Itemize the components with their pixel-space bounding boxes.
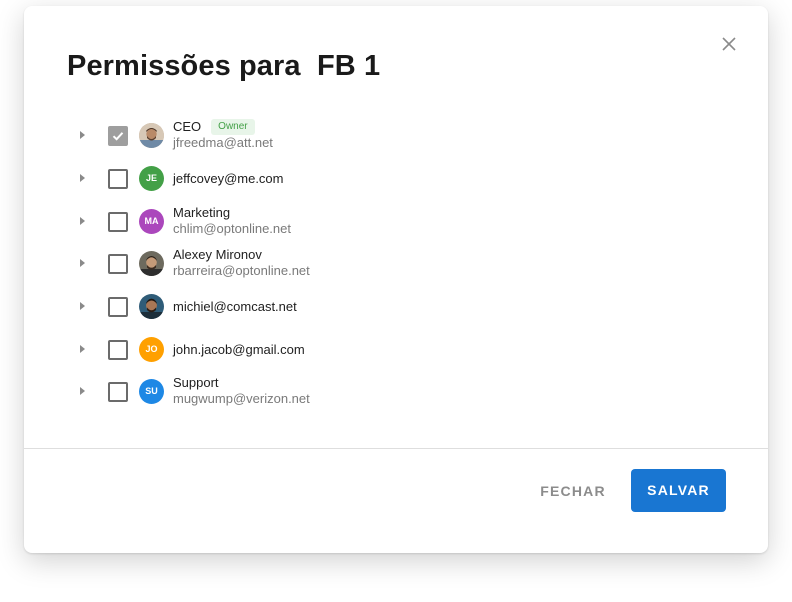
close-icon[interactable] <box>721 36 737 52</box>
list-item: michiel@comcast.net <box>24 287 768 327</box>
footer-divider <box>24 448 768 449</box>
avatar-initials: SU <box>139 379 164 404</box>
user-checkbox[interactable] <box>108 340 128 360</box>
user-checkbox[interactable] <box>108 212 128 232</box>
avatar-initials: MA <box>139 209 164 234</box>
expand-caret-icon[interactable] <box>80 387 85 395</box>
list-item: CEO Owner jfreedma@att.net <box>24 116 768 156</box>
user-checkbox[interactable] <box>108 169 128 189</box>
user-email: mugwump@verizon.net <box>173 391 310 406</box>
avatar-photo <box>139 294 164 319</box>
user-name: Alexey Mironov <box>173 247 262 262</box>
expand-caret-icon[interactable] <box>80 174 85 182</box>
user-info: CEO Owner jfreedma@att.net <box>173 118 273 150</box>
avatar-initials: JO <box>139 337 164 362</box>
save-button[interactable]: SALVAR <box>631 469 726 512</box>
expand-caret-icon[interactable] <box>80 259 85 267</box>
expand-caret-icon[interactable] <box>80 217 85 225</box>
user-email: jfreedma@att.net <box>173 135 273 150</box>
user-info: Marketing chlim@optonline.net <box>173 204 291 236</box>
user-email: john.jacob@gmail.com <box>173 342 305 357</box>
list-item: JO john.jacob@gmail.com <box>24 330 768 370</box>
list-item: Alexey Mironov rbarreira@optonline.net <box>24 244 768 284</box>
list-item: SU Support mugwump@verizon.net <box>24 372 768 412</box>
expand-caret-icon[interactable] <box>80 131 85 139</box>
user-name: Support <box>173 375 219 390</box>
expand-caret-icon[interactable] <box>80 345 85 353</box>
user-email: rbarreira@optonline.net <box>173 263 310 278</box>
user-name: Marketing <box>173 205 231 220</box>
user-checkbox[interactable] <box>108 382 128 402</box>
user-email: chlim@optonline.net <box>173 221 291 236</box>
avatar-photo <box>139 251 164 276</box>
user-info: Alexey Mironov rbarreira@optonline.net <box>173 246 310 278</box>
avatar-initials: JE <box>139 166 164 191</box>
list-item: JE jeffcovey@me.com <box>24 159 768 199</box>
list-item: MA Marketing chlim@optonline.net <box>24 202 768 242</box>
user-checkbox[interactable] <box>108 254 128 274</box>
owner-badge: Owner <box>211 118 255 135</box>
dialog-title: Permissões para FB 1 <box>67 50 381 82</box>
user-checkbox[interactable] <box>108 126 128 146</box>
user-email: jeffcovey@me.com <box>173 171 284 186</box>
user-checkbox[interactable] <box>108 297 128 317</box>
user-info: Support mugwump@verizon.net <box>173 374 310 406</box>
expand-caret-icon[interactable] <box>80 302 85 310</box>
user-name: CEO <box>173 119 202 134</box>
close-button[interactable]: FECHAR <box>528 470 618 512</box>
user-email: michiel@comcast.net <box>173 299 297 314</box>
permissions-dialog: Permissões para FB 1 CEO Owner jfreedma@… <box>24 6 768 553</box>
avatar-photo <box>139 123 164 148</box>
